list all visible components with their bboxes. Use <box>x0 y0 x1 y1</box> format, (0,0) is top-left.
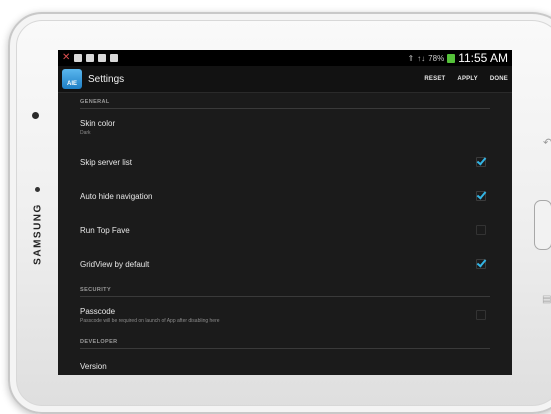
passcode-checkbox[interactable] <box>476 310 486 320</box>
system-status: ⇑ ↑↓ 78% 11:55 AM <box>407 51 508 65</box>
setting-subtitle: Passcode will be required on launch of A… <box>80 317 220 324</box>
setting-title: Version <box>80 361 107 371</box>
signal-icon: ↑↓ <box>417 53 426 63</box>
setting-gridview-by-default[interactable]: GridView by default <box>80 247 490 281</box>
settings-list: GENERAL Skin color Dark Skip server list… <box>58 93 512 375</box>
back-key-icon[interactable]: ▤ <box>542 294 551 305</box>
menu-key-icon[interactable]: ↶ <box>543 136 551 149</box>
front-camera <box>32 112 39 119</box>
done-button[interactable]: DONE <box>490 76 508 82</box>
setting-value: Dark <box>80 129 91 136</box>
setting-run-top-fave[interactable]: Run Top Fave <box>80 213 490 247</box>
gridview-by-default-checkbox[interactable] <box>476 259 486 269</box>
skip-server-list-checkbox[interactable] <box>476 157 486 167</box>
setting-title: Skin color <box>80 118 116 128</box>
setting-version[interactable]: Version <box>80 349 490 375</box>
battery-icon <box>447 53 456 63</box>
notification-icon <box>98 54 107 62</box>
screen: ✕ ⇑ ↑↓ 78% 11:55 AM AIE Settings RESET A… <box>58 50 512 375</box>
setting-auto-hide-navigation[interactable]: Auto hide navigation <box>80 179 490 213</box>
setting-title: Passcode <box>80 306 116 316</box>
setting-title: GridView by default <box>80 259 150 269</box>
setting-title: Auto hide navigation <box>80 191 153 201</box>
home-button[interactable] <box>534 200 551 250</box>
setting-skin-color[interactable]: Skin color Dark <box>80 109 490 145</box>
battery-percent: 78% <box>428 53 445 63</box>
notification-icons: ✕ <box>62 52 119 63</box>
reset-button[interactable]: RESET <box>424 76 445 82</box>
notification-icon <box>74 54 83 62</box>
page-title: Settings <box>88 73 125 85</box>
brand-logo: SAMSUNG <box>32 203 44 265</box>
missed-call-icon: ✕ <box>62 52 71 63</box>
setting-skip-server-list[interactable]: Skip server list <box>80 145 490 179</box>
section-header-developer: DEVELOPER <box>80 333 490 349</box>
setting-title: Skip server list <box>80 157 133 167</box>
apply-button[interactable]: APPLY <box>457 76 477 82</box>
download-icon <box>110 54 119 62</box>
action-bar: AIE Settings RESET APPLY DONE <box>58 66 512 93</box>
run-top-fave-checkbox[interactable] <box>476 225 486 235</box>
auto-hide-navigation-checkbox[interactable] <box>476 191 486 201</box>
setting-passcode[interactable]: Passcode Passcode will be required on la… <box>80 297 490 333</box>
wifi-icon: ⇑ <box>407 53 415 63</box>
setting-title: Run Top Fave <box>80 225 130 235</box>
app-icon[interactable]: AIE <box>62 69 82 89</box>
notification-icon <box>86 54 95 62</box>
sensor-dot <box>35 187 40 192</box>
clock: 11:55 AM <box>458 51 508 65</box>
section-header-general: GENERAL <box>80 93 490 109</box>
status-bar: ✕ ⇑ ↑↓ 78% 11:55 AM <box>58 50 512 66</box>
section-header-security: SECURITY <box>80 281 490 297</box>
